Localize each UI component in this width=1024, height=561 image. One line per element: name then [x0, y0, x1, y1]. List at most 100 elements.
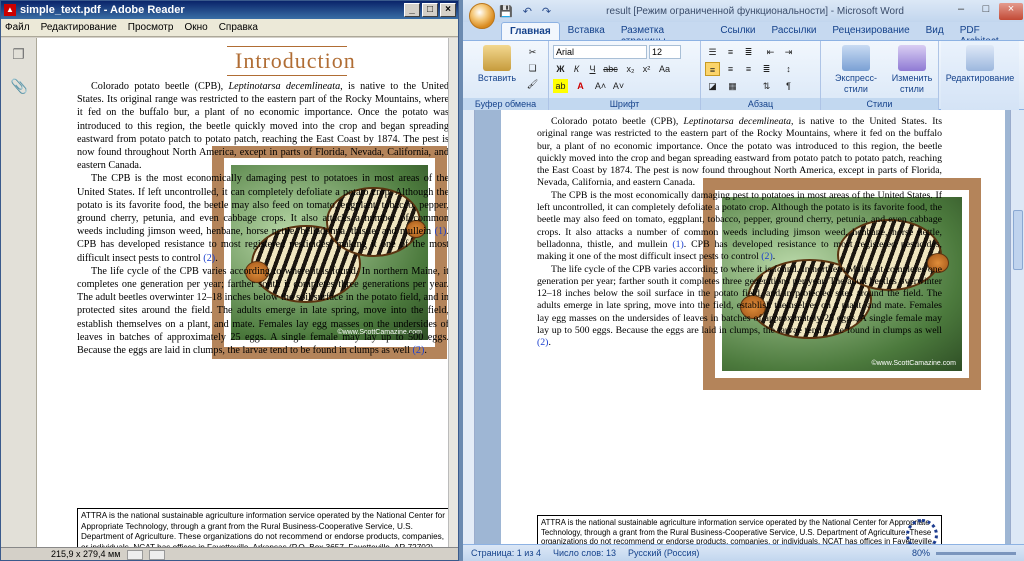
sort-icon[interactable]: ⇅	[759, 79, 774, 93]
justify-icon[interactable]: ≣	[759, 62, 774, 76]
office-button[interactable]	[469, 3, 495, 29]
maximize-button[interactable]: □	[422, 3, 438, 17]
tab-pdf-architect[interactable]: PDF Architect	[952, 22, 1024, 47]
change-styles-button[interactable]: Изменить стили	[887, 45, 937, 95]
heading-rule-bottom	[227, 75, 347, 76]
increase-indent-icon[interactable]: ⇥	[781, 45, 796, 59]
line-spacing-icon[interactable]: ↕	[781, 62, 796, 76]
change-case-icon[interactable]: Аа	[657, 62, 672, 76]
menu-help[interactable]: Справка	[219, 22, 258, 33]
minimize-button[interactable]: _	[404, 3, 420, 17]
word-close-button[interactable]: ×	[999, 2, 1023, 20]
underline-icon[interactable]: Ч	[585, 62, 600, 76]
pdf-page: Introduction ©www.ScottCamazine.com Colo…	[37, 38, 448, 547]
highlight-icon[interactable]: ab	[553, 79, 568, 93]
group-clipboard: Вставить ✂ ❏ 🖌 Буфер обмена	[463, 41, 549, 111]
pages-icon[interactable]: ❐	[11, 46, 27, 64]
cut-icon[interactable]: ✂	[525, 45, 540, 59]
word-window: 💾 ↶ ↷ result [Режим ограниченной функцио…	[463, 0, 1024, 561]
adobe-scrollbar[interactable]	[448, 38, 458, 547]
word-maximize-button[interactable]: □	[974, 3, 998, 20]
word-ref-link-2b[interactable]: (2)	[537, 337, 548, 348]
menu-window[interactable]: Окно	[184, 22, 207, 33]
change-styles-icon	[898, 45, 926, 71]
font-size-box[interactable]: 12	[649, 45, 681, 59]
navigation-pane: ❐ 📎	[1, 38, 37, 547]
tab-home[interactable]: Главная	[501, 22, 560, 40]
adobe-titlebar: ▲ simple_text.pdf - Adobe Reader _ □ ×	[1, 1, 458, 19]
ref-link-1[interactable]: (1)	[435, 226, 447, 237]
tab-layout[interactable]: Разметка страницы	[613, 22, 712, 47]
multilevel-list-icon[interactable]: ≣	[741, 45, 756, 59]
status-words[interactable]: Число слов: 13	[553, 548, 616, 558]
paste-icon	[483, 45, 511, 71]
ref-link-2[interactable]: (2)	[203, 253, 215, 264]
copy-icon[interactable]: ❏	[525, 61, 540, 75]
ribbon-tabs: Главная Вставка Разметка страницы Ссылки…	[463, 22, 1024, 47]
decrease-indent-icon[interactable]: ⇤	[763, 45, 778, 59]
format-painter-icon[interactable]: 🖌	[525, 77, 540, 91]
word-body-text: Colorado potato beetle (CPB), Leptinotar…	[537, 116, 943, 349]
tab-mailings[interactable]: Рассылки	[764, 22, 825, 40]
borders-icon[interactable]: ▦	[725, 79, 740, 93]
align-left-icon[interactable]: ≡	[705, 62, 720, 76]
zoom-level[interactable]: 80%	[912, 548, 930, 558]
font-name-box[interactable]: Arial	[553, 45, 647, 59]
word-page[interactable]: ©www.ScottCamazine.com Colorado potato b…	[501, 110, 1005, 544]
word-ref-link-1[interactable]: (1)	[672, 239, 683, 250]
strikethrough-icon[interactable]: abc	[603, 62, 618, 76]
bullets-icon[interactable]: ☰	[705, 45, 720, 59]
tab-insert[interactable]: Вставка	[560, 22, 613, 40]
word-statusbar: Страница: 1 из 4 Число слов: 13 Русский …	[463, 544, 1024, 561]
vertical-ruler	[463, 110, 475, 544]
grow-font-icon[interactable]: A˄	[593, 79, 608, 93]
document-area: ©www.ScottCamazine.com Colorado potato b…	[463, 110, 1010, 544]
group-styles: Экспресс-стили Изменить стили Стили	[821, 41, 939, 111]
redo-icon[interactable]: ↷	[542, 5, 551, 18]
align-right-icon[interactable]: ≡	[741, 62, 756, 76]
ribbon: Вставить ✂ ❏ 🖌 Буфер обмена Arial 12 Ж К…	[463, 40, 1024, 111]
status-language[interactable]: Русский (Россия)	[628, 548, 699, 558]
shading-icon[interactable]: ◪	[705, 79, 720, 93]
zoom-slider[interactable]	[936, 551, 1016, 555]
numbering-icon[interactable]: ≡	[723, 45, 738, 59]
bold-icon[interactable]: Ж	[553, 62, 568, 76]
superscript-icon[interactable]: x²	[639, 62, 654, 76]
scroll-left-button[interactable]	[126, 549, 143, 560]
font-color-icon[interactable]: A	[573, 79, 588, 93]
status-page[interactable]: Страница: 1 из 4	[471, 548, 541, 558]
tab-review[interactable]: Рецензирование	[824, 22, 917, 40]
word-ref-link-2[interactable]: (2)	[761, 251, 772, 262]
close-button[interactable]: ×	[440, 3, 456, 17]
show-marks-icon[interactable]: ¶	[781, 79, 796, 93]
save-icon[interactable]: 💾	[499, 5, 513, 18]
word-minimize-button[interactable]: –	[949, 3, 973, 20]
page-heading: Introduction	[235, 48, 356, 73]
word-scrollbar[interactable]	[1010, 110, 1024, 544]
scroll-thumb[interactable]	[1013, 210, 1023, 270]
group-font: Arial 12 Ж К Ч abc x₂ x² Аа ab A A˄ A˅ Ш…	[549, 41, 701, 111]
shrink-font-icon[interactable]: A˅	[611, 79, 626, 93]
adobe-menubar: Файл Редактирование Просмотр Окно Справк…	[1, 19, 458, 37]
adobe-reader-window: ▲ simple_text.pdf - Adobe Reader _ □ × Ф…	[0, 0, 459, 561]
scroll-right-button[interactable]	[149, 549, 166, 560]
tab-references[interactable]: Ссылки	[712, 22, 763, 40]
adobe-title: simple_text.pdf - Adobe Reader	[20, 4, 185, 16]
adobe-statusbar: 215,9 x 279,4 мм	[1, 547, 458, 560]
paste-button[interactable]: Вставить	[477, 45, 517, 84]
binoculars-icon	[966, 45, 994, 71]
attra-box: ATTRA is the national sustainable agricu…	[77, 508, 448, 547]
subscript-icon[interactable]: x₂	[623, 62, 638, 76]
express-styles-button[interactable]: Экспресс-стили	[825, 45, 887, 95]
tab-view[interactable]: Вид	[918, 22, 952, 40]
ref-link-2b[interactable]: (2)	[413, 345, 425, 356]
menu-view[interactable]: Просмотр	[128, 22, 174, 33]
menu-file[interactable]: Файл	[5, 22, 30, 33]
italic-icon[interactable]: К	[569, 62, 584, 76]
editing-button[interactable]: Редактирование	[943, 45, 1017, 84]
align-center-icon[interactable]: ≡	[723, 62, 738, 76]
undo-icon[interactable]: ↶	[523, 5, 532, 18]
pdf-body-text: Colorado potato beetle (CPB), Leptinotar…	[77, 81, 448, 357]
menu-edit[interactable]: Редактирование	[41, 22, 117, 33]
attachment-icon[interactable]: 📎	[11, 78, 28, 96]
